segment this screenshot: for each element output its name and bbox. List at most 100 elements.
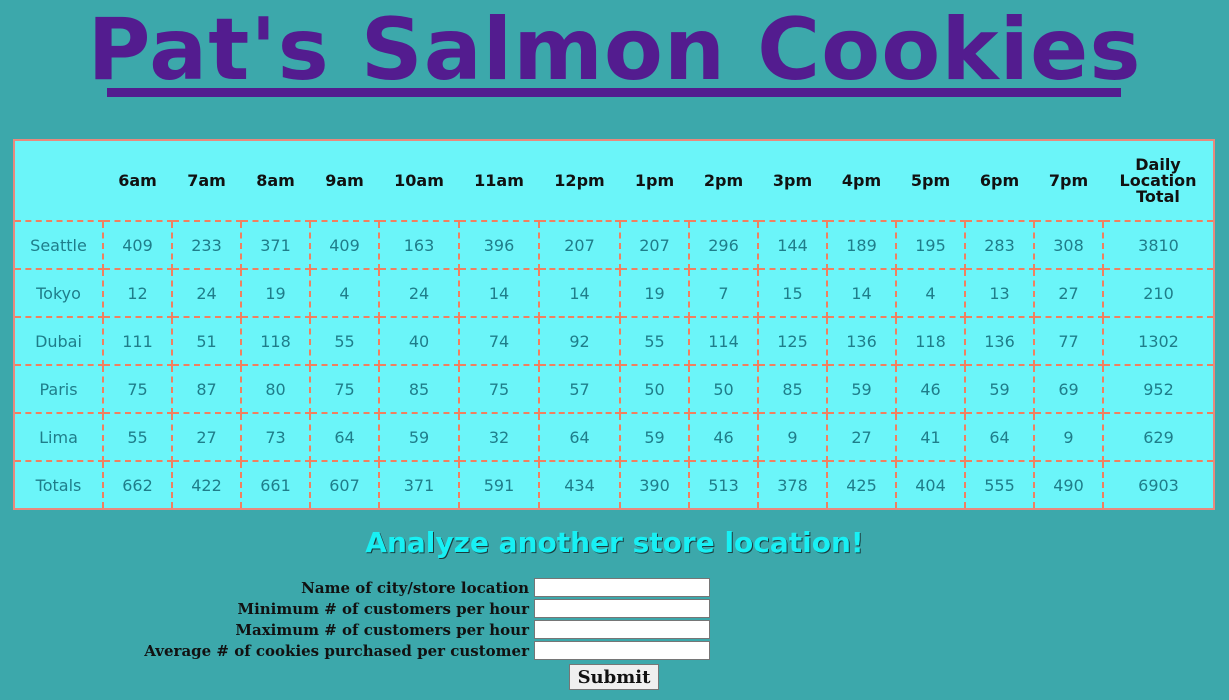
column-header: 2pm (689, 140, 758, 222)
table-cell: 46 (895, 364, 966, 414)
column-header: 7pm (1034, 140, 1103, 222)
table-cell: 50 (619, 364, 690, 414)
table-cell: 425 (826, 460, 897, 509)
table-cell: 195 (895, 220, 966, 270)
row-total-cell: 3810 (1102, 220, 1214, 270)
table-cell: 7 (688, 268, 759, 318)
table-cell: 308 (1033, 220, 1104, 270)
table-cell: 87 (171, 364, 242, 414)
table-row: Lima 55 27 73 64 59 32 64 59 46 9 27 41 64 9 629 (14, 412, 1214, 462)
table-cell: 13 (964, 268, 1035, 318)
table-cell: 51 (171, 316, 242, 366)
column-header: 10am (379, 140, 459, 222)
table-cell: 92 (538, 316, 621, 366)
column-header: 8am (241, 140, 310, 222)
table-cell: 27 (826, 412, 897, 462)
table-cell: 27 (171, 412, 242, 462)
table-cell: 55 (309, 316, 380, 366)
table-cell: 27 (1033, 268, 1104, 318)
table-cell: 64 (964, 412, 1035, 462)
table-cell: 114 (688, 316, 759, 366)
table-cell: 144 (757, 220, 828, 270)
min-customers-input[interactable] (534, 599, 710, 618)
table-cell: 59 (826, 364, 897, 414)
table-cell: 233 (171, 220, 242, 270)
row-label: Tokyo (14, 268, 104, 318)
table-cell: 73 (240, 412, 311, 462)
column-header: 1pm (620, 140, 689, 222)
table-cell: 75 (309, 364, 380, 414)
avg-cookies-input[interactable] (534, 641, 710, 660)
table-cell: 207 (619, 220, 690, 270)
table-cell: 283 (964, 220, 1035, 270)
table-cell: 409 (309, 220, 380, 270)
table-cell: 12 (102, 268, 173, 318)
table-cell: 118 (240, 316, 311, 366)
table-cell: 14 (538, 268, 621, 318)
store-name-label: Name of city/store location (301, 579, 529, 597)
row-total-cell: 952 (1102, 364, 1214, 414)
column-header: 6am (103, 140, 172, 222)
table-cell: 4 (895, 268, 966, 318)
row-total-cell: 629 (1102, 412, 1214, 462)
submit-button[interactable]: Submit (569, 664, 659, 690)
table-cell: 4 (309, 268, 380, 318)
table-cell: 75 (458, 364, 540, 414)
row-label: Lima (14, 412, 104, 462)
column-header: 7am (172, 140, 241, 222)
table-cell: 371 (378, 460, 460, 509)
table-cell: 55 (619, 316, 690, 366)
table-cell: 207 (538, 220, 621, 270)
table-cell: 490 (1033, 460, 1104, 509)
table-cell: 15 (757, 268, 828, 318)
table-cell: 24 (171, 268, 242, 318)
max-customers-input[interactable] (534, 620, 710, 639)
table-cell: 14 (826, 268, 897, 318)
table-cell: 9 (1033, 412, 1104, 462)
form-heading: Analyze another store location! (365, 526, 864, 559)
row-total-cell: 1302 (1102, 316, 1214, 366)
table-cell: 136 (964, 316, 1035, 366)
table-cell: 296 (688, 220, 759, 270)
table-cell: 607 (309, 460, 380, 509)
row-label: Totals (14, 460, 104, 509)
row-label: Seattle (14, 220, 104, 270)
table-cell: 125 (757, 316, 828, 366)
store-name-input[interactable] (534, 578, 710, 597)
table-cell: 409 (102, 220, 173, 270)
table-cell: 75 (102, 364, 173, 414)
table-cell: 40 (378, 316, 460, 366)
table-cell: 85 (378, 364, 460, 414)
table-row: Tokyo 12 24 19 4 24 14 14 19 7 15 14 4 13 27 210 (14, 268, 1214, 318)
table-cell: 513 (688, 460, 759, 509)
table-cell: 9 (757, 412, 828, 462)
title-underline (107, 88, 1121, 97)
sales-table: 6am 7am 8am 9am 10am 11am 12pm 1pm 2pm 3… (13, 139, 1215, 510)
column-header: 4pm (827, 140, 896, 222)
totals-row: Totals 662 422 661 607 371 591 434 390 513 378 425 4… (14, 460, 1214, 509)
table-cell: 404 (895, 460, 966, 509)
row-label: Dubai (14, 316, 104, 366)
column-header: 11am (459, 140, 539, 222)
table-cell: 59 (378, 412, 460, 462)
add-store-form: Name of city/store location Minimum # of… (0, 578, 1229, 690)
row-label: Paris (14, 364, 104, 414)
table-cell: 64 (538, 412, 621, 462)
min-customers-label: Minimum # of customers per hour (237, 600, 529, 618)
row-total-cell: 210 (1102, 268, 1214, 318)
table-cell: 19 (619, 268, 690, 318)
table-cell: 434 (538, 460, 621, 509)
table-cell: 69 (1033, 364, 1104, 414)
table-cell: 55 (102, 412, 173, 462)
table-cell: 19 (240, 268, 311, 318)
table-cell: 32 (458, 412, 540, 462)
column-header: 3pm (758, 140, 827, 222)
table-cell: 80 (240, 364, 311, 414)
page-title: Pat's Salmon Cookies (87, 0, 1142, 100)
header: Pat's Salmon Cookies (0, 0, 1229, 130)
table-header-row: 6am 7am 8am 9am 10am 11am 12pm 1pm 2pm 3… (14, 140, 1214, 222)
table-cell: 77 (1033, 316, 1104, 366)
table-cell: 189 (826, 220, 897, 270)
form-row-store-name: Name of city/store location (0, 578, 1229, 599)
column-header (14, 140, 103, 222)
